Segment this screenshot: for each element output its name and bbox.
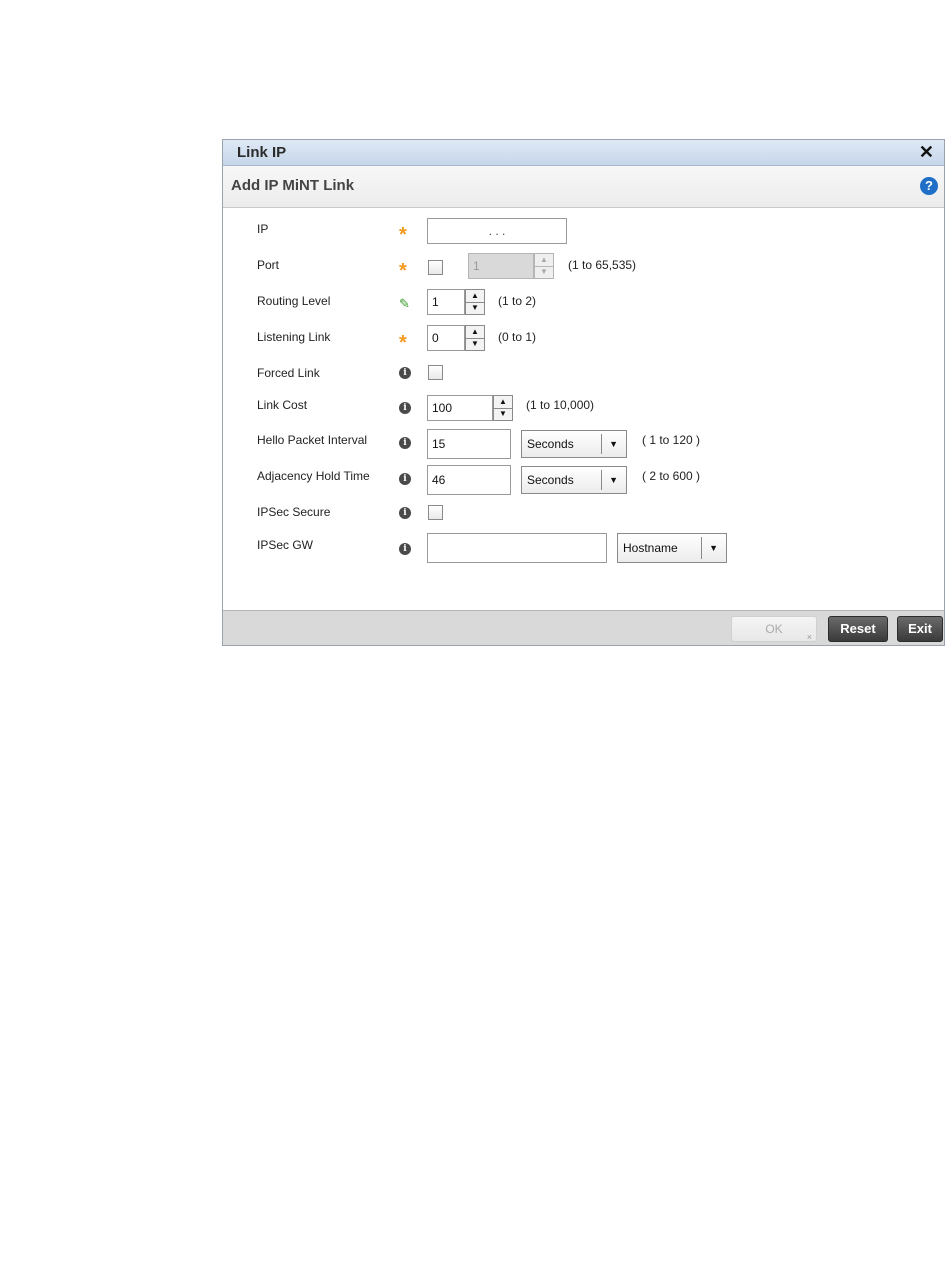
- ipsec-gw-type-select[interactable]: Hostname ▼: [617, 533, 727, 563]
- ok-button[interactable]: OK ×: [731, 616, 817, 642]
- ip-input[interactable]: . . .: [427, 218, 567, 244]
- link-cost-spinner[interactable]: ▲ ▼: [493, 395, 513, 421]
- ip-value: . . .: [488, 224, 506, 238]
- pencil-icon: ✎: [399, 296, 410, 311]
- routing-level-value: 1: [432, 295, 439, 309]
- port-range: (1 to 65,535): [568, 258, 637, 272]
- link-cost-range: (1 to 10,000): [526, 398, 595, 412]
- port-input: 1: [468, 253, 534, 279]
- routing-level-spinner[interactable]: ▲ ▼: [465, 289, 485, 315]
- port-value: 1: [473, 259, 480, 273]
- ok-button-label: OK: [765, 622, 783, 636]
- hello-packet-interval-range: ( 1 to 120 ): [642, 433, 701, 447]
- forced-link-checkbox[interactable]: [428, 365, 443, 380]
- dialog-titlebar: Link IP ✕: [223, 140, 944, 166]
- ipsec-secure-checkbox[interactable]: [428, 505, 443, 520]
- ipsec-secure-row: IPSec Secure i: [223, 505, 944, 535]
- ip-row: IP * . . .: [223, 218, 944, 252]
- ip-label: IP: [257, 222, 269, 236]
- listening-link-value: 0: [432, 331, 439, 345]
- hello-packet-interval-row: Hello Packet Interval i 15 Seconds ▼ ( 1…: [223, 429, 944, 463]
- link-cost-label: Link Cost: [257, 398, 308, 412]
- hello-packet-interval-unit: Seconds: [527, 437, 574, 451]
- ipsec-gw-type: Hostname: [623, 541, 678, 555]
- adjacency-hold-time-value: 46: [432, 473, 446, 487]
- listening-link-label: Listening Link: [257, 330, 331, 344]
- ipsec-secure-label: IPSec Secure: [257, 505, 331, 519]
- spinner-down-icon: ▼: [540, 267, 548, 276]
- info-icon[interactable]: i: [399, 402, 411, 414]
- chevron-down-icon: ▼: [709, 543, 718, 553]
- disabled-x-icon: ×: [806, 632, 812, 642]
- forced-link-row: Forced Link i: [223, 365, 944, 396]
- spinner-down-icon[interactable]: ▼: [494, 408, 512, 420]
- ipsec-gw-label: IPSec GW: [257, 538, 314, 552]
- required-star-icon: *: [399, 260, 407, 282]
- hello-packet-interval-input[interactable]: 15: [427, 429, 511, 459]
- adjacency-hold-time-label: Adjacency Hold Time: [257, 469, 370, 483]
- close-icon[interactable]: ✕: [919, 142, 934, 162]
- info-icon[interactable]: i: [399, 543, 411, 555]
- ipsec-gw-input[interactable]: [427, 533, 607, 563]
- required-star-icon: *: [399, 224, 407, 246]
- info-icon[interactable]: i: [399, 507, 411, 519]
- chevron-down-icon: ▼: [609, 439, 618, 449]
- routing-level-label: Routing Level: [257, 294, 331, 308]
- adjacency-hold-time-unit: Seconds: [527, 473, 574, 487]
- link-cost-value: 100: [432, 401, 453, 415]
- required-star-icon: *: [399, 332, 407, 354]
- listening-link-spinner[interactable]: ▲ ▼: [465, 325, 485, 351]
- spinner-down-icon[interactable]: ▼: [466, 338, 484, 350]
- dialog-title: Link IP: [237, 144, 287, 161]
- info-icon[interactable]: i: [399, 367, 411, 379]
- link-ip-dialog: Link IP ✕ Add IP MiNT Link ? IP * . . . …: [222, 139, 945, 646]
- port-spinner: ▲ ▼: [534, 253, 554, 279]
- ipsec-gw-row: IPSec GW i Hostname ▼: [223, 533, 944, 568]
- routing-level-input[interactable]: 1: [427, 289, 465, 315]
- chevron-down-icon: ▼: [609, 475, 618, 485]
- routing-level-row: Routing Level ✎ 1 ▲ ▼ (1 to 2): [223, 289, 944, 324]
- adjacency-hold-time-range: ( 2 to 600 ): [642, 469, 701, 483]
- adjacency-hold-time-unit-select[interactable]: Seconds ▼: [521, 466, 627, 494]
- forced-link-label: Forced Link: [257, 366, 320, 380]
- dialog-subheader: Add IP MiNT Link ?: [223, 166, 944, 208]
- spinner-down-icon[interactable]: ▼: [466, 302, 484, 314]
- listening-link-range: (0 to 1): [498, 330, 537, 344]
- hello-packet-interval-label: Hello Packet Interval: [257, 433, 368, 447]
- port-row: Port * 1 ▲ ▼ (1 to 65,535): [223, 253, 944, 288]
- listening-link-input[interactable]: 0: [427, 325, 465, 351]
- hello-packet-interval-unit-select[interactable]: Seconds ▼: [521, 430, 627, 458]
- info-icon[interactable]: i: [399, 437, 411, 449]
- port-checkbox[interactable]: [428, 260, 443, 275]
- reset-button[interactable]: Reset: [828, 616, 888, 642]
- routing-level-range: (1 to 2): [498, 294, 537, 308]
- hello-packet-interval-value: 15: [432, 437, 446, 451]
- info-icon[interactable]: i: [399, 473, 411, 485]
- page-title: Add IP MiNT Link: [231, 177, 355, 194]
- link-cost-row: Link Cost i 100 ▲ ▼ (1 to 10,000): [223, 395, 944, 428]
- listening-link-row: Listening Link * 0 ▲ ▼ (0 to 1): [223, 325, 944, 360]
- adjacency-hold-time-row: Adjacency Hold Time i 46 Seconds ▼ ( 2 t…: [223, 465, 944, 499]
- dialog-footer: OK × Reset Exit: [223, 610, 944, 645]
- port-label: Port: [257, 258, 280, 272]
- adjacency-hold-time-input[interactable]: 46: [427, 465, 511, 495]
- exit-button[interactable]: Exit: [897, 616, 943, 642]
- link-cost-input[interactable]: 100: [427, 395, 493, 421]
- help-icon[interactable]: ?: [920, 177, 938, 195]
